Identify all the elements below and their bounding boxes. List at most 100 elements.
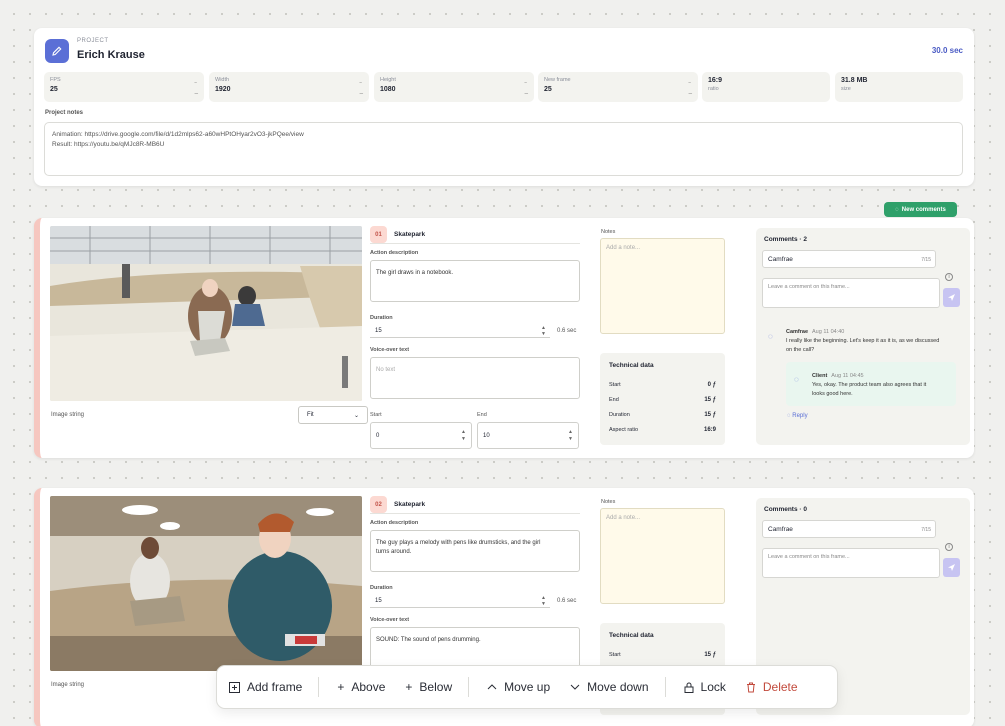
author-char-count: 7/15 xyxy=(921,527,931,533)
tech-label: Start xyxy=(609,651,621,658)
start-input[interactable]: 0 ▲ ▼ xyxy=(370,422,472,449)
comments-panel: Comments · 2 Camfrae 7/15 i Leave a comm… xyxy=(756,228,970,445)
end-input[interactable]: 10 ▲ ▼ xyxy=(477,422,579,449)
fps-value: 25 xyxy=(50,86,58,93)
comment-author: Client xyxy=(812,373,828,379)
voice-over-input[interactable]: No text xyxy=(370,357,580,399)
info-icon[interactable]: i xyxy=(945,273,953,281)
new-frame-field[interactable]: New frame 25 ‾ _ xyxy=(538,72,698,102)
author-input[interactable]: Camfrae 7/15 xyxy=(762,250,936,268)
stepper-icon[interactable]: ▲ ▼ xyxy=(541,325,546,337)
new-comments-label: New comments xyxy=(901,206,946,213)
stepper-icon[interactable]: ▲ ▼ xyxy=(541,595,546,607)
action-text: The girl draws in a notebook. xyxy=(376,270,454,276)
comment-input[interactable]: Leave a comment on this frame... xyxy=(762,278,940,308)
comment-message: Client Aug 11 04:45 Yes, okay. The produc… xyxy=(812,372,952,399)
tech-label: End xyxy=(609,396,619,403)
voice-over-input[interactable]: SOUND: The sound of pens drumming. xyxy=(370,627,580,669)
duration-label: Duration xyxy=(370,315,393,321)
author-input[interactable]: Camfrae 7/15 xyxy=(762,520,936,538)
trash-icon xyxy=(746,682,755,692)
tech-row: Duration 15 ƒ xyxy=(609,407,716,422)
height-value: 1080 xyxy=(380,86,396,93)
add-above-button[interactable]: + Above xyxy=(337,680,385,694)
project-card: PROJECT Erich Krause 30.0 sec FPS 25 ‾ _ … xyxy=(34,28,974,186)
send-button[interactable] xyxy=(943,288,960,307)
chevron-down-icon xyxy=(570,684,580,690)
reply-link[interactable]: ◌ Reply xyxy=(787,413,808,419)
voice-over-label: Voice-over text xyxy=(370,617,410,623)
comments-title: Comments · 0 xyxy=(764,506,807,513)
comment-author: Camfrae xyxy=(786,329,809,335)
notes-label: Notes xyxy=(601,229,616,235)
stepper-icon[interactable]: ‾ _ xyxy=(689,83,692,94)
duration-input[interactable]: 15 ▲ ▼ xyxy=(370,324,550,338)
start-label: Start xyxy=(370,412,382,418)
frame-card: Image string Fit ⌄ 01 Skatepark Action d… xyxy=(34,218,974,458)
lock-button[interactable]: Lock xyxy=(684,680,726,694)
frame-title[interactable]: Skatepark xyxy=(394,231,425,238)
comment-bubble-icon: ◌ xyxy=(768,332,773,341)
duration-input[interactable]: 15 ▲ ▼ xyxy=(370,594,550,608)
move-up-button[interactable]: Move up xyxy=(487,680,550,694)
tech-value: 15 ƒ xyxy=(704,411,716,418)
tech-row: Start 0 ƒ xyxy=(609,377,716,392)
plus-icon: + xyxy=(405,680,413,694)
stepper-icon[interactable]: ‾ _ xyxy=(195,83,198,94)
ratio-stat: 16:9 ratio xyxy=(702,72,830,102)
delete-button[interactable]: Delete xyxy=(746,680,798,694)
frame-image xyxy=(50,226,362,401)
stepper-icon[interactable]: ‾ _ xyxy=(525,83,528,94)
frame-notes-input[interactable]: Add a note... xyxy=(600,238,725,334)
notes-placeholder: Add a note... xyxy=(606,245,641,251)
new-comments-badge[interactable]: ◌ New comments xyxy=(884,202,957,217)
fit-select[interactable]: Fit ⌄ xyxy=(298,406,368,424)
move-down-label: Move down xyxy=(587,680,649,694)
stepper-icon[interactable]: ‾ _ xyxy=(360,83,363,94)
action-text: turns around. xyxy=(376,549,412,555)
tech-label: Aspect ratio xyxy=(609,426,639,433)
frame-notes-input[interactable]: Add a note... xyxy=(600,508,725,604)
author-char-count: 7/15 xyxy=(921,257,931,263)
fps-field[interactable]: FPS 25 ‾ _ xyxy=(44,72,204,102)
above-label: Above xyxy=(351,680,386,694)
action-input[interactable]: The guy plays a melody with pens like dr… xyxy=(370,530,580,572)
action-input[interactable]: The girl draws in a notebook. xyxy=(370,260,580,302)
new-frame-value: 25 xyxy=(544,86,552,93)
move-up-label: Move up xyxy=(504,680,551,694)
chevron-down-icon: ⌄ xyxy=(353,413,359,419)
comment-text: on the call? xyxy=(786,347,815,353)
tech-value: 16:9 xyxy=(703,426,716,433)
tech-row: Aspect ratio 16:9 xyxy=(609,422,716,437)
add-frame-button[interactable]: Add frame xyxy=(229,680,302,694)
image-string-label: Image string xyxy=(51,412,85,418)
comment-time: Aug 11 04:45 xyxy=(831,373,864,379)
plus-icon: + xyxy=(337,680,345,694)
project-name: Erich Krause xyxy=(77,49,145,61)
toolbar-divider xyxy=(318,677,320,697)
tech-value: 15 ƒ xyxy=(704,651,716,658)
frame-title[interactable]: Skatepark xyxy=(394,501,425,508)
frame-image xyxy=(50,496,362,671)
tech-label: Duration xyxy=(609,411,630,418)
action-text: The guy plays a melody with pens like dr… xyxy=(376,540,541,546)
pencil-icon[interactable] xyxy=(45,39,69,63)
ratio-label: ratio xyxy=(708,86,719,92)
height-field[interactable]: Height 1080 ‾ _ xyxy=(374,72,534,102)
project-notes-input[interactable]: Animation: https://drive.google.com/file… xyxy=(44,122,963,176)
width-field[interactable]: Width 1920 ‾ _ xyxy=(209,72,369,102)
move-down-button[interactable]: Move down xyxy=(570,680,649,694)
action-label: Action description xyxy=(370,520,419,526)
frame-number: 01 xyxy=(370,226,387,243)
stepper-icon[interactable]: ▲ ▼ xyxy=(568,429,573,443)
notes-label: Notes xyxy=(601,499,616,505)
stepper-icon[interactable]: ▲ ▼ xyxy=(461,429,466,443)
comment-input[interactable]: Leave a comment on this frame... xyxy=(762,548,940,578)
send-button[interactable] xyxy=(943,558,960,577)
add-below-button[interactable]: + Below xyxy=(405,680,452,694)
comment-message: Camfrae Aug 11 04:40 I really like the be… xyxy=(786,328,962,355)
reply-icon: ◌ xyxy=(787,413,791,419)
info-icon[interactable]: i xyxy=(945,543,953,551)
notes-line: Animation: https://drive.google.com/file… xyxy=(52,131,304,138)
width-value: 1920 xyxy=(215,86,231,93)
